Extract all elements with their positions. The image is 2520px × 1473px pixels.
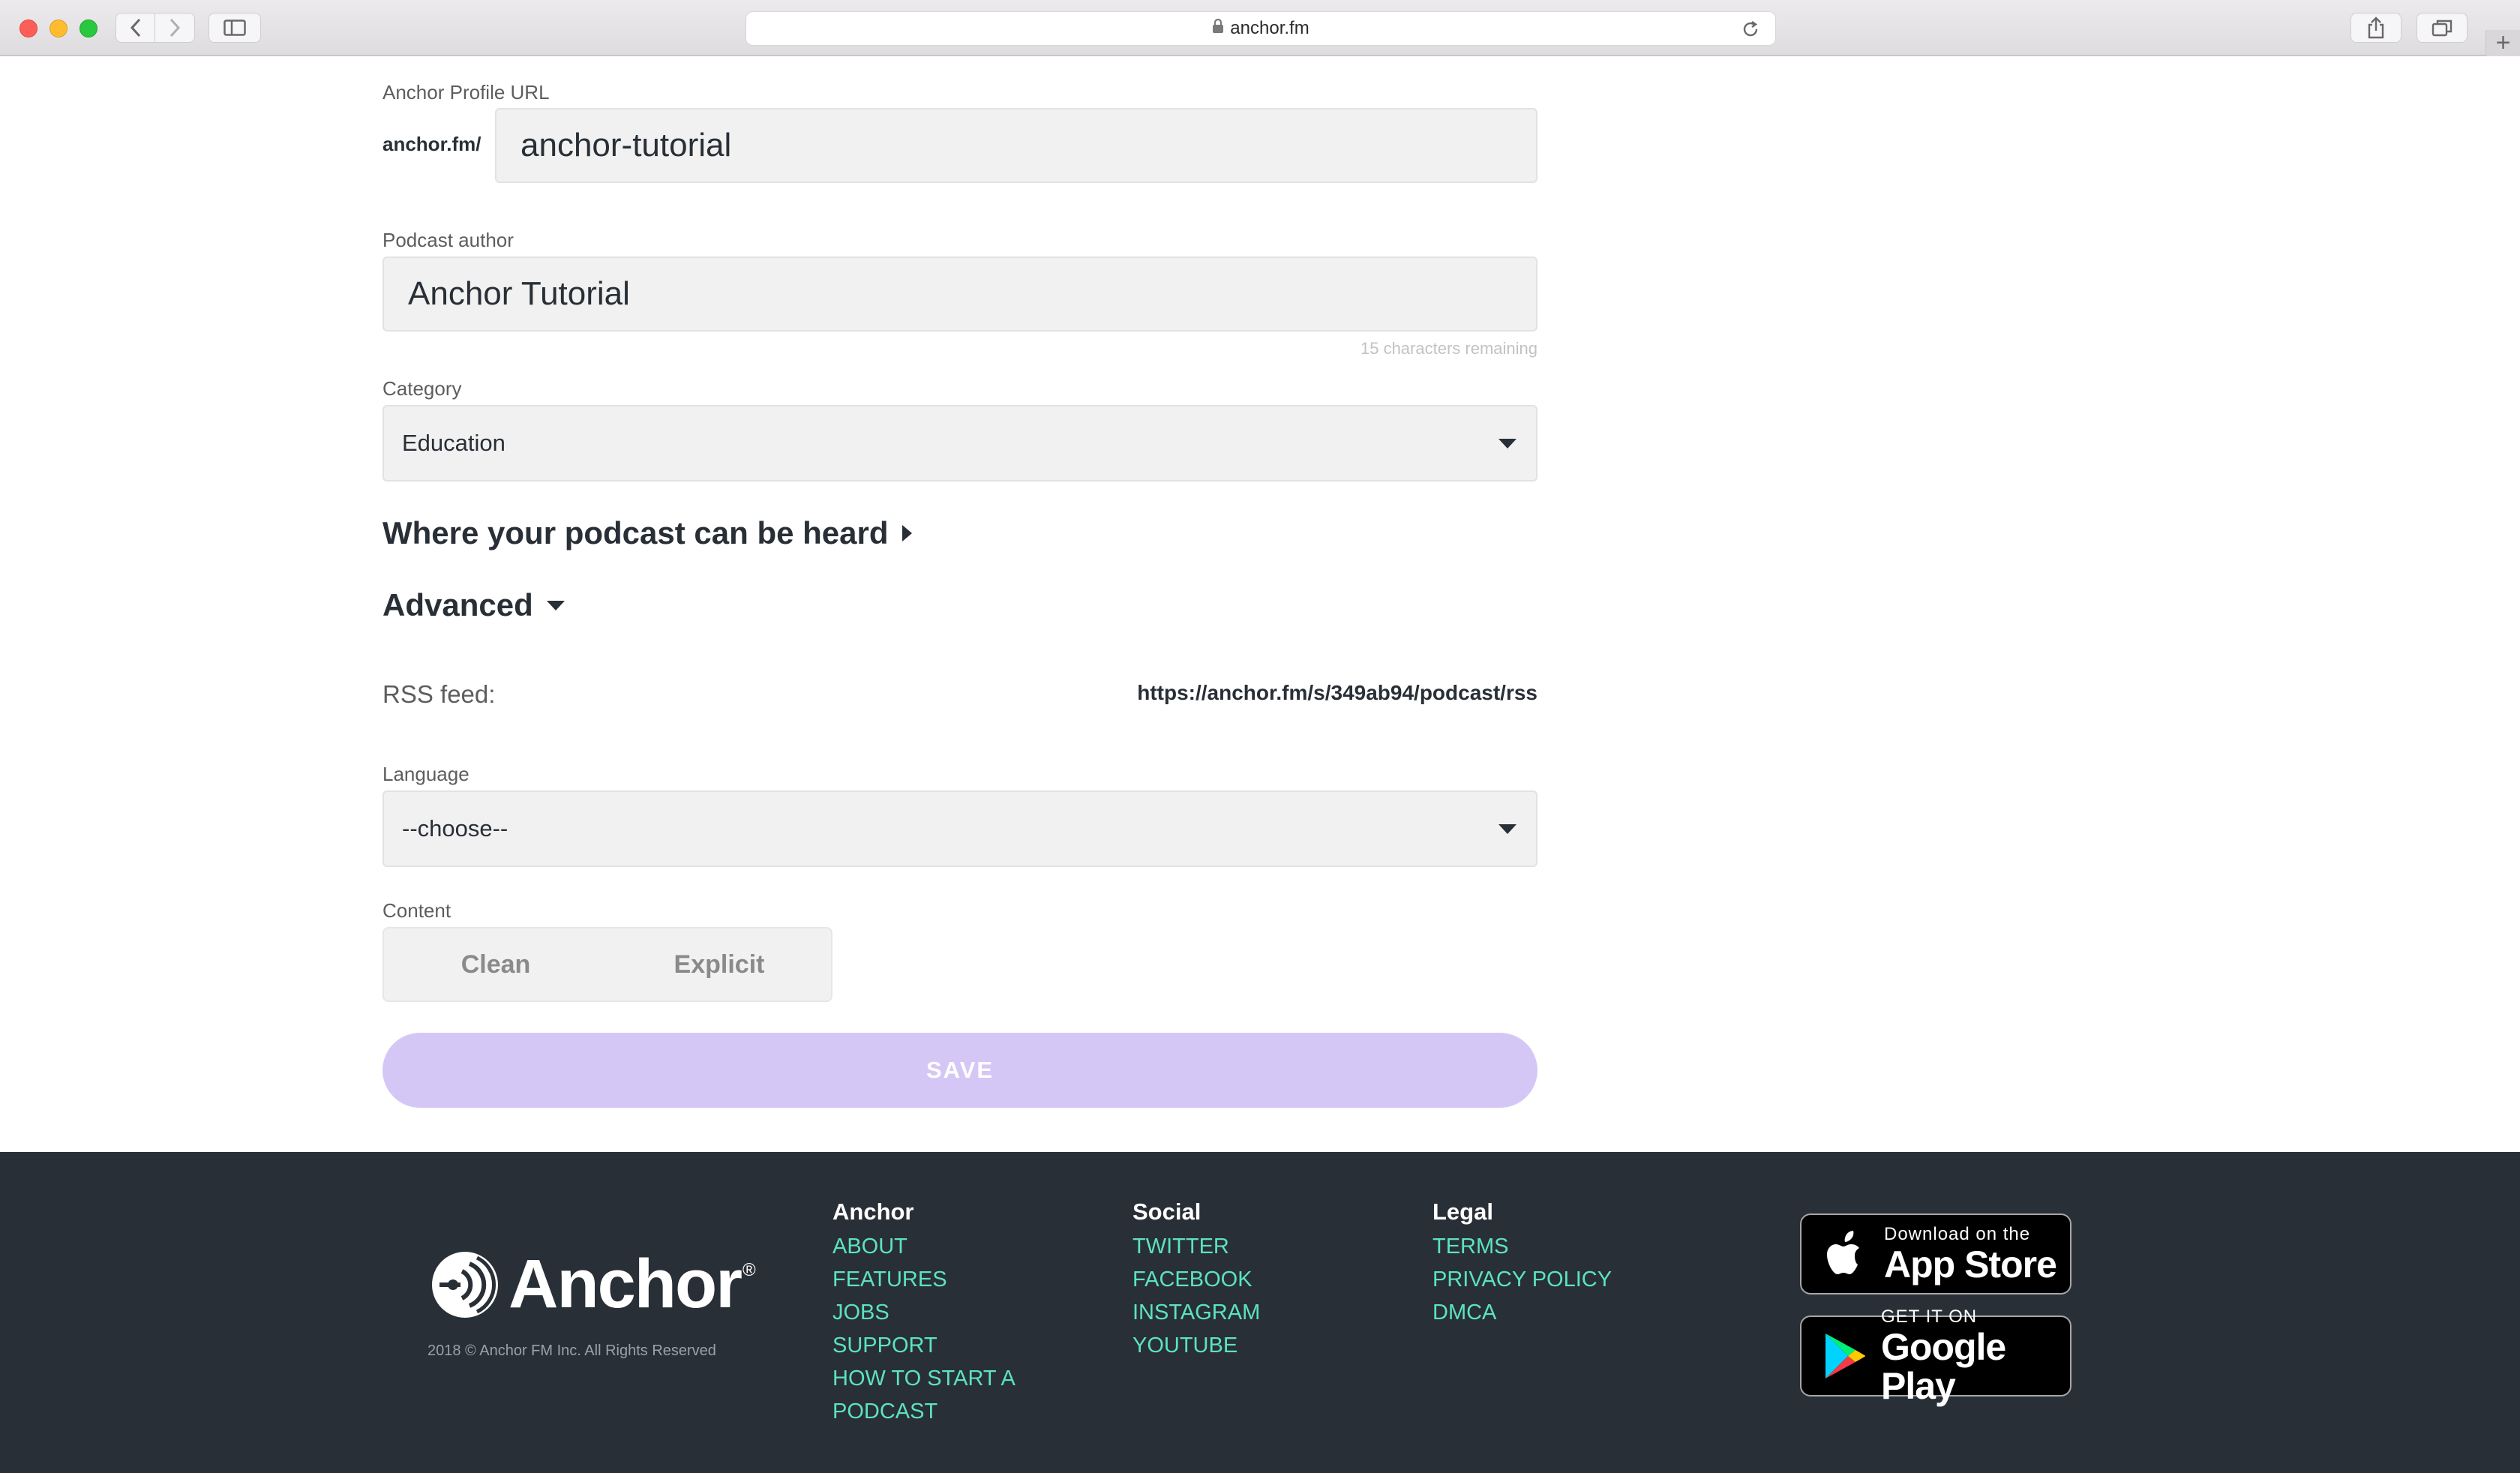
advanced-label: Advanced [382, 587, 533, 622]
footer-link-features[interactable]: FEATURES [832, 1263, 1016, 1296]
copyright-text: 2018 © Anchor FM Inc. All Rights Reserve… [428, 1342, 716, 1359]
footer-column-title: Legal [1432, 1198, 1493, 1225]
share-icon [2368, 16, 2384, 39]
tabs-icon [2432, 20, 2452, 37]
footer-column-title: Social [1132, 1198, 1202, 1225]
address-text: anchor.fm [1230, 18, 1310, 38]
app-store-large-text: App Store [1884, 1244, 2057, 1286]
profile-url-value: anchor-tutorial [520, 127, 732, 164]
author-input[interactable]: Anchor Tutorial [382, 256, 1538, 332]
content-explicit-option[interactable]: Explicit [608, 928, 831, 1000]
footer-link-twitter[interactable]: TWITTER [1132, 1230, 1260, 1263]
content-rating-toggle: Clean Explicit [382, 927, 832, 1002]
sidebar-icon [224, 20, 246, 36]
save-button[interactable]: SAVE [382, 1033, 1538, 1108]
where-heard-toggle[interactable]: Where your podcast can be heard [382, 515, 912, 551]
profile-url-prefix: anchor.fm/ [382, 133, 482, 155]
google-play-large-text: Google Play [1881, 1326, 2006, 1407]
caret-right-icon [902, 525, 912, 542]
brand-name: Anchor [508, 1246, 742, 1322]
plus-icon: + [2495, 28, 2511, 57]
new-tab-button[interactable]: + [2486, 28, 2520, 57]
language-select[interactable]: --choose-- [382, 790, 1538, 867]
rss-feed-label: RSS feed: [382, 680, 496, 708]
footer-link-privacy-policy[interactable]: PRIVACY POLICY [1432, 1263, 1612, 1296]
chevron-right-icon [170, 18, 181, 38]
chevron-left-icon [130, 18, 140, 38]
footer-column-anchor: Anchor ABOUT FEATURES JOBS SUPPORT HOW T… [832, 1198, 1016, 1428]
footer-link-facebook[interactable]: FACEBOOK [1132, 1263, 1260, 1296]
show-tabs-button[interactable] [2416, 13, 2468, 43]
google-play-icon [1822, 1331, 1868, 1381]
footer-column-title: Anchor [832, 1198, 914, 1225]
minimize-window-button[interactable] [50, 20, 68, 38]
google-play-badge[interactable]: GET IT ON Google Play [1800, 1306, 2072, 1406]
registered-mark: ® [742, 1260, 756, 1280]
history-nav [116, 13, 195, 43]
profile-url-label: Anchor Profile URL [382, 81, 550, 104]
reload-icon[interactable] [1741, 20, 1760, 44]
advanced-toggle[interactable]: Advanced [382, 587, 565, 623]
site-footer: Anchor ® 2018 © Anchor FM Inc. All Right… [0, 1152, 2520, 1473]
footer-link-instagram[interactable]: INSTAGRAM [1132, 1296, 1260, 1329]
close-window-button[interactable] [20, 20, 38, 38]
apple-icon [1822, 1230, 1870, 1278]
anchor-logo[interactable]: Anchor ® [430, 1245, 756, 1324]
where-heard-label: Where your podcast can be heard [382, 515, 889, 550]
category-select[interactable]: Education [382, 405, 1538, 482]
app-store-badge[interactable]: Download on the App Store [1800, 1214, 2072, 1294]
characters-remaining-hint: 15 characters remaining [1360, 339, 1538, 358]
window-controls [20, 20, 98, 38]
lock-icon [1212, 18, 1224, 39]
footer-link-about[interactable]: ABOUT [832, 1230, 1016, 1263]
forward-button[interactable] [155, 13, 194, 43]
footer-link-dmca[interactable]: DMCA [1432, 1296, 1612, 1329]
category-label: Category [382, 377, 462, 400]
footer-link-how-to-start-cont[interactable]: PODCAST [832, 1395, 1016, 1428]
address-bar[interactable]: anchor.fm [746, 11, 1776, 46]
zoom-window-button[interactable] [80, 20, 98, 38]
app-store-small-text: Download on the [1884, 1224, 2031, 1244]
sidebar-toggle-button[interactable] [208, 13, 261, 43]
footer-link-terms[interactable]: TERMS [1432, 1230, 1612, 1263]
footer-link-jobs[interactable]: JOBS [832, 1296, 1016, 1329]
browser-toolbar: anchor.fm + [0, 0, 2520, 57]
content-label: Content [382, 899, 452, 922]
content-clean-option[interactable]: Clean [384, 928, 608, 1000]
profile-url-input[interactable]: anchor-tutorial [495, 108, 1538, 183]
category-value: Education [402, 430, 506, 456]
footer-link-support[interactable]: SUPPORT [832, 1329, 1016, 1362]
author-label: Podcast author [382, 229, 514, 251]
language-label: Language [382, 763, 470, 785]
rss-feed-url: https://anchor.fm/s/349ab94/podcast/rss [1137, 681, 1538, 704]
footer-column-legal: Legal TERMS PRIVACY POLICY DMCA [1432, 1198, 1612, 1329]
author-value: Anchor Tutorial [408, 275, 630, 312]
caret-down-icon [546, 600, 565, 610]
share-button[interactable] [2350, 13, 2402, 43]
caret-down-icon [1498, 824, 1516, 834]
language-value: --choose-- [402, 815, 508, 842]
footer-link-how-to-start[interactable]: HOW TO START A [832, 1362, 1016, 1395]
anchor-logo-icon [432, 1251, 498, 1318]
caret-down-icon [1498, 439, 1516, 448]
footer-column-social: Social TWITTER FACEBOOK INSTAGRAM YOUTUB… [1132, 1198, 1260, 1362]
back-button[interactable] [116, 13, 156, 43]
google-play-small-text: GET IT ON [1881, 1306, 1978, 1327]
footer-link-youtube[interactable]: YOUTUBE [1132, 1329, 1260, 1362]
